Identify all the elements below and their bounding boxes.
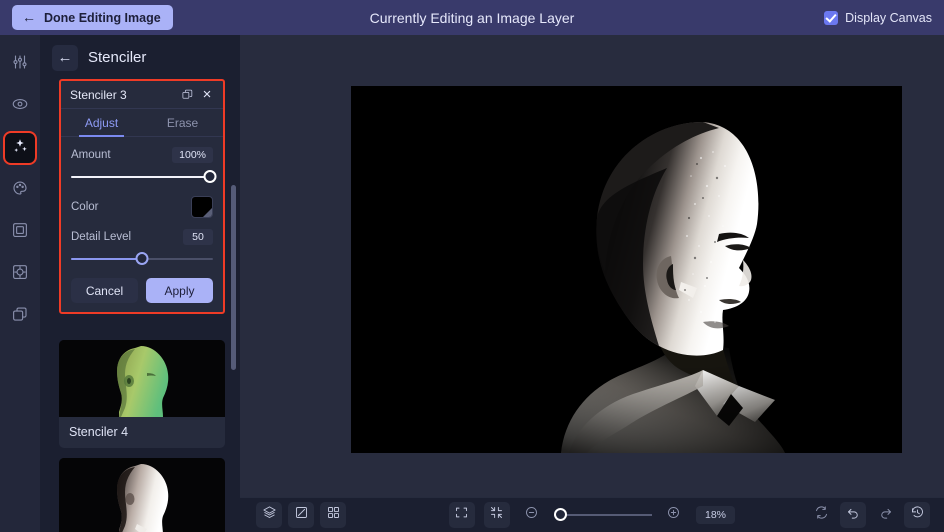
display-canvas-label: Display Canvas [845,10,932,25]
apply-button[interactable]: Apply [146,278,213,303]
eye-visibility-icon [11,95,29,118]
amount-slider[interactable] [71,170,217,184]
reset-rotate-button[interactable] [808,502,834,528]
detail-slider-fill [71,258,142,260]
palette-icon [11,179,29,202]
shrink-to-fit-icon [489,505,504,525]
edited-image-portrait [351,86,902,453]
history-icon [910,505,925,525]
detail-level-slider[interactable] [71,252,213,266]
redo-button[interactable] [872,502,898,528]
rail-item-palette[interactable] [5,175,35,205]
dialog-title: Stenciler 3 [70,87,127,102]
artboard[interactable] [351,86,902,453]
detail-level-row: Detail Level 50 [71,229,213,245]
transform-button[interactable] [288,502,314,528]
done-editing-image-label: Done Editing Image [44,10,161,25]
amount-label: Amount [71,149,111,161]
list-item[interactable]: Stenciler 5 [59,458,225,532]
rail-item-duplicate[interactable] [5,301,35,331]
thumbnail-preview [59,458,225,532]
undo-button[interactable] [840,502,866,528]
zoom-slider[interactable] [553,508,652,522]
zoom-out-button[interactable] [519,502,545,528]
shrink-to-fit-button[interactable] [483,502,510,528]
dialog-header: Stenciler 3 × [61,81,223,109]
cancel-button[interactable]: Cancel [71,278,138,303]
tab-adjust[interactable]: Adjust [61,109,142,137]
duplicate-layers-icon [11,305,29,328]
image-editor-app: ← Done Editing Image Currently Editing a… [0,0,944,532]
portrait-bw-thumb [59,458,225,532]
panel-back-button[interactable]: ← [52,44,78,71]
dialog-actions: Cancel Apply [71,278,213,303]
stenciler-settings-dialog: Stenciler 3 × Adjust Erase Amount 100% C… [59,79,225,314]
color-swatch[interactable] [191,196,213,218]
grid-button[interactable] [320,502,346,528]
panel-title: Stenciler [88,49,147,66]
amount-slider-thumb[interactable] [203,170,217,183]
rail-item-effects[interactable] [3,131,37,165]
transform-icon [294,505,309,525]
layers-button[interactable] [256,502,282,528]
list-item-label: Stenciler 4 [69,425,129,439]
tab-erase[interactable]: Erase [142,109,223,136]
blur-vignette-icon [11,263,29,286]
rail-item-frame[interactable] [5,217,35,247]
zoom-in-button[interactable] [661,502,687,528]
portrait-green-thumb [59,340,225,417]
bottom-toolbar: 18% [240,497,944,532]
fit-to-screen-button[interactable] [448,502,475,528]
zoom-out-icon [524,505,539,525]
amount-value: 100% [172,147,213,163]
zoom-slider-thumb[interactable] [553,508,567,521]
stenciler-panel: ← Stenciler Stenciler 3 × Adjust Erase A… [40,35,240,532]
grid-icon [326,505,341,525]
bottom-right-tools [808,502,930,528]
stenciler-list: Stenciler 4 [59,340,231,532]
close-icon[interactable]: × [197,85,217,105]
detail-level-value: 50 [183,229,213,245]
zoom-in-icon [666,505,681,525]
fit-to-screen-icon [454,505,469,525]
redo-icon [878,505,893,525]
panel-scrollbar[interactable] [231,185,236,370]
done-editing-image-button[interactable]: ← Done Editing Image [12,5,173,30]
detail-level-label: Detail Level [71,231,132,243]
top-bar: ← Done Editing Image Currently Editing a… [0,0,944,35]
sparkles-effects-icon [11,137,29,160]
display-canvas-checkbox[interactable] [824,10,839,25]
back-arrow-icon: ← [22,9,36,25]
tool-rail [0,35,40,532]
frame-border-icon [11,221,29,244]
color-label: Color [71,201,99,213]
detail-slider-thumb[interactable] [135,252,149,265]
amount-slider-fill [71,176,213,178]
duplicate-icon[interactable] [177,85,197,105]
rail-item-blur[interactable] [5,259,35,289]
reset-rotate-icon [814,505,829,525]
display-canvas-toggle[interactable]: Display Canvas [824,0,932,35]
amount-row: Amount 100% [71,147,213,163]
rail-item-visibility[interactable] [5,91,35,121]
undo-icon [846,505,861,525]
thumbnail-preview [59,340,225,417]
rail-item-adjust[interactable] [5,49,35,79]
dialog-tabs: Adjust Erase [61,109,223,137]
panel-header: ← Stenciler [40,35,240,80]
panel-back-arrow-icon: ← [57,49,73,66]
list-item[interactable]: Stenciler 4 [59,340,225,448]
adjust-sliders-icon [11,53,29,76]
canvas-stage[interactable] [240,35,944,497]
layers-icon [262,505,277,525]
color-row: Color [71,196,213,218]
close-glyph: × [202,86,212,103]
history-button[interactable] [904,502,930,528]
zoom-level-value: 18% [695,506,735,524]
bottom-left-tools [256,502,346,528]
dialog-body: Amount 100% Color Detail Level 50 Cancel… [61,137,223,312]
zoom-slider-track [553,514,652,516]
